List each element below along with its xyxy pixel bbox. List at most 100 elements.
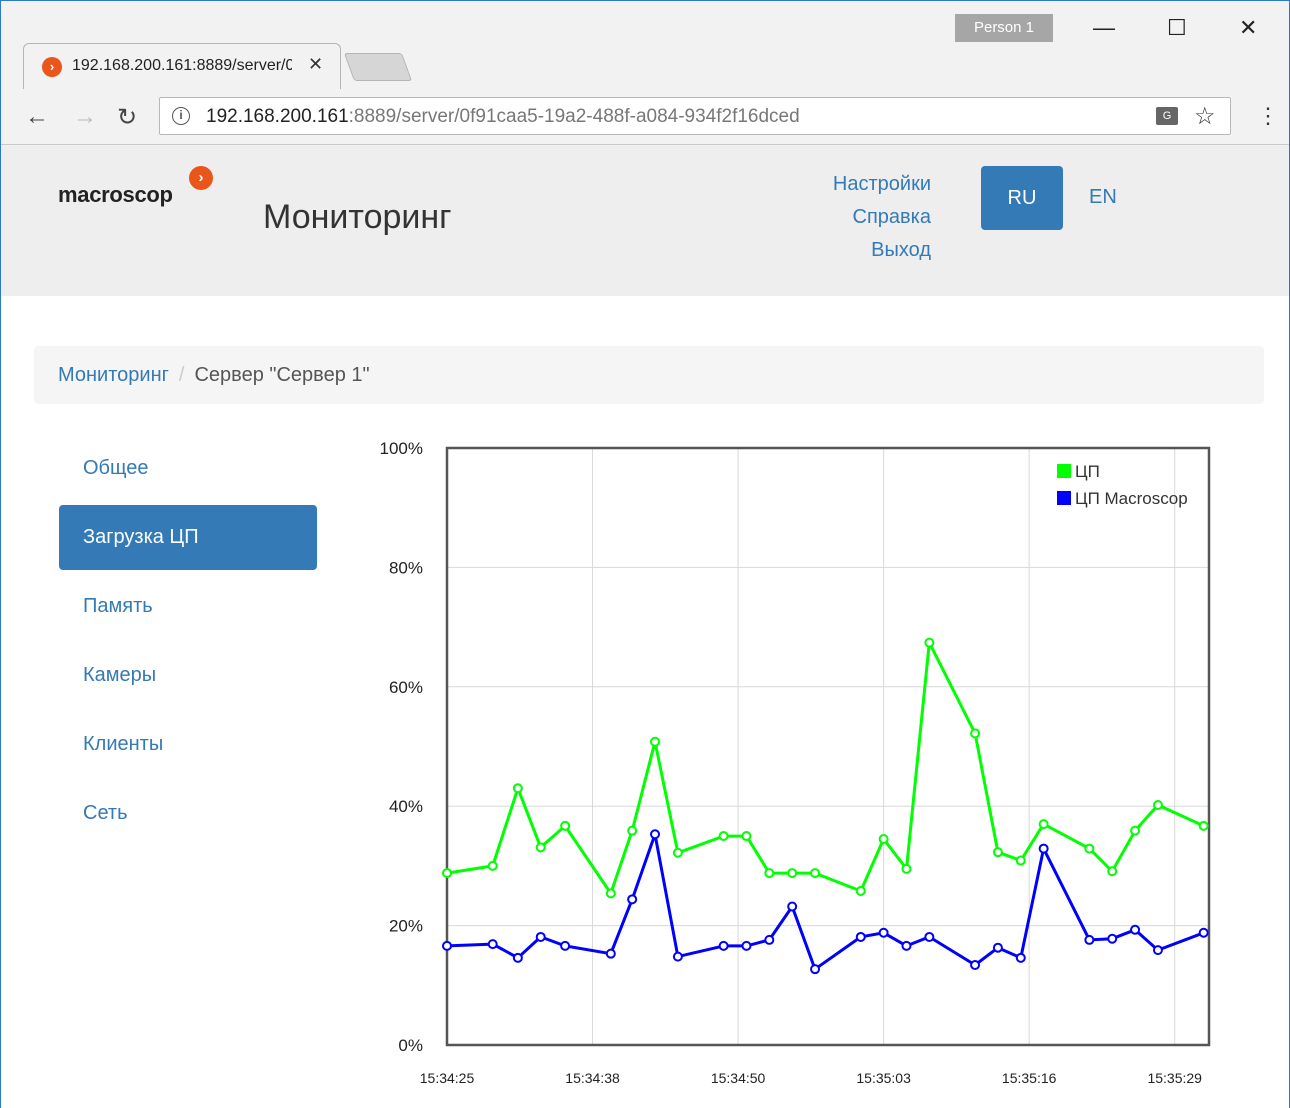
page-content: macroscop › Мониторинг Настройки Справка…: [1, 146, 1289, 1108]
data-point: [1038, 819, 1049, 830]
close-tab-icon[interactable]: ✕: [308, 54, 323, 75]
data-point: [764, 934, 775, 945]
data-point: [924, 637, 935, 648]
data-point: [787, 868, 798, 879]
plot-frame: [445, 446, 1211, 1047]
logo[interactable]: macroscop: [58, 182, 173, 208]
browser-toolbar: ← → ↻ i 192.168.200.161:8889/server/0f91…: [1, 89, 1289, 145]
data-point: [650, 829, 661, 840]
data-point: [1107, 933, 1118, 944]
data-point: [1015, 855, 1026, 866]
translate-icon[interactable]: G: [1156, 107, 1178, 125]
reload-icon[interactable]: ↻: [117, 103, 137, 132]
back-icon[interactable]: ←: [25, 103, 49, 131]
tab-title: 192.168.200.161:8889/server/0f91caa5-19a…: [72, 57, 292, 74]
legend-swatch: [1057, 464, 1071, 478]
url-host: 192.168.200.161: [206, 106, 349, 127]
macroscop-favicon-icon: ›: [42, 57, 62, 77]
data-point: [605, 948, 616, 959]
url-text: 192.168.200.161:8889/server/0f91caa5-19a…: [206, 106, 800, 128]
data-point: [560, 940, 571, 951]
data-point: [672, 951, 683, 962]
browser-window: › 192.168.200.161:8889/server/0f91caa5-1…: [0, 0, 1290, 1108]
breadcrumb-root[interactable]: Мониторинг: [58, 364, 169, 386]
data-point: [741, 940, 752, 951]
x-tick-label: 15:35:16: [1002, 1070, 1057, 1086]
address-bar[interactable]: i 192.168.200.161:8889/server/0f91caa5-1…: [159, 97, 1231, 135]
nav-item-clients[interactable]: Клиенты: [59, 712, 317, 777]
x-tick-label: 15:34:25: [420, 1070, 475, 1086]
data-point: [1084, 934, 1095, 945]
data-point: [535, 931, 546, 942]
side-nav: Общее Загрузка ЦП Память Камеры Клиенты …: [59, 436, 317, 850]
nav-item-network[interactable]: Сеть: [59, 781, 317, 846]
nav-item-cameras[interactable]: Камеры: [59, 643, 317, 708]
data-point: [1130, 924, 1141, 935]
lang-en-button[interactable]: EN: [1089, 186, 1117, 209]
data-point: [1015, 952, 1026, 963]
minimize-icon[interactable]: —: [1093, 15, 1115, 41]
breadcrumb-separator: /: [178, 364, 185, 386]
help-link[interactable]: Справка: [833, 201, 931, 234]
y-tick-label: 80%: [389, 558, 423, 577]
url-path: :8889/server/0f91caa5-19a2-488f-a084-934…: [348, 106, 800, 127]
data-point: [560, 820, 571, 831]
data-point: [718, 831, 729, 842]
data-point: [1107, 866, 1118, 877]
new-tab-button[interactable]: [343, 53, 413, 81]
data-point: [605, 888, 616, 899]
nav-item-cpu[interactable]: Загрузка ЦП: [59, 505, 317, 570]
lang-ru-button[interactable]: RU: [981, 166, 1063, 230]
data-point: [992, 847, 1003, 858]
menu-icon[interactable]: ⋮: [1257, 103, 1279, 129]
logo-arrow-icon: ›: [189, 166, 213, 190]
data-point: [512, 783, 523, 794]
nav-item-memory[interactable]: Память: [59, 574, 317, 639]
header-links: Настройки Справка Выход: [833, 168, 931, 267]
nav-item-general[interactable]: Общее: [59, 436, 317, 501]
data-point: [992, 942, 1003, 953]
data-point: [901, 940, 912, 951]
maximize-icon[interactable]: ☐: [1167, 15, 1187, 41]
data-point: [718, 940, 729, 951]
data-point: [1152, 800, 1163, 811]
star-icon[interactable]: ☆: [1194, 102, 1216, 131]
cpu-chart: 0% 20% 40% 60% 80% 100% 15:34:25 15:34:38 15:34:…: [351, 426, 1251, 1096]
site-header: macroscop › Мониторинг Настройки Справка…: [1, 146, 1289, 296]
data-point: [878, 834, 889, 845]
page-title: Мониторинг: [263, 198, 452, 236]
forward-icon[interactable]: →: [73, 103, 97, 131]
data-point: [487, 860, 498, 871]
data-point: [855, 885, 866, 896]
data-point: [627, 825, 638, 836]
data-point: [627, 894, 638, 905]
data-point: [512, 952, 523, 963]
data-point: [1198, 820, 1209, 831]
logout-link[interactable]: Выход: [833, 234, 931, 267]
info-icon[interactable]: i: [172, 107, 190, 125]
close-window-icon[interactable]: ✕: [1239, 15, 1257, 41]
profile-badge[interactable]: Person 1: [955, 14, 1053, 42]
data-point: [970, 960, 981, 971]
data-point: [650, 736, 661, 747]
data-point: [1152, 945, 1163, 956]
data-point: [810, 868, 821, 879]
series-line-cpu-macroscop: [446, 832, 1205, 971]
data-point: [1130, 825, 1141, 836]
legend-label: ЦП: [1075, 462, 1100, 481]
x-tick-label: 15:35:03: [856, 1070, 911, 1086]
data-point: [487, 939, 498, 950]
breadcrumb-current: Сервер "Сервер 1": [194, 364, 370, 386]
data-point: [442, 868, 452, 879]
data-point: [1198, 927, 1209, 938]
data-point: [810, 964, 821, 975]
data-point: [787, 901, 798, 912]
legend-swatch: [1057, 491, 1071, 505]
y-tick-label: 20%: [389, 917, 423, 936]
data-point: [764, 868, 775, 879]
browser-tab[interactable]: › 192.168.200.161:8889/server/0f91caa5-1…: [23, 43, 341, 90]
data-point: [1084, 843, 1095, 854]
data-point: [924, 931, 935, 942]
data-point: [672, 847, 683, 858]
settings-link[interactable]: Настройки: [833, 168, 931, 201]
